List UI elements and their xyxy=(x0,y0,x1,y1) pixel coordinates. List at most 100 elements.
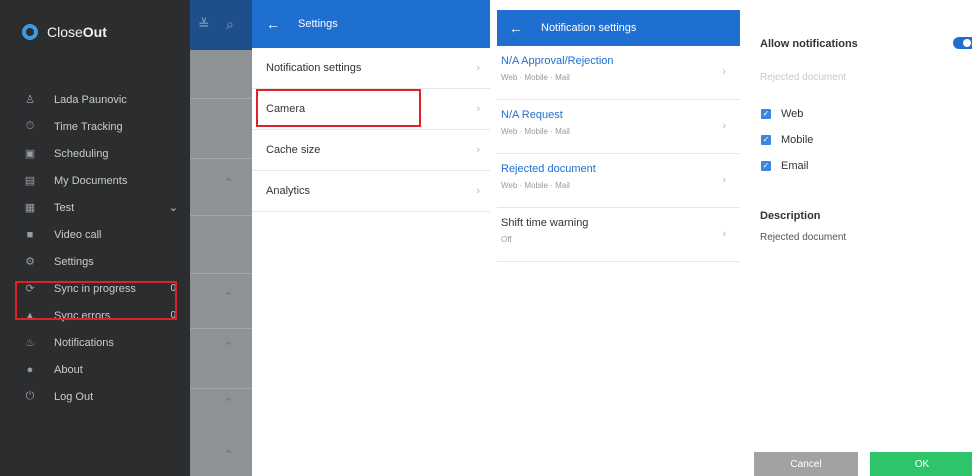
settings-row-label: Cache size xyxy=(266,144,321,156)
behind-list: ⌃ ⌃ ⌃ ⌃ ⌃ xyxy=(190,50,252,476)
drawer-item-label: Scheduling xyxy=(54,147,109,160)
drawer-panel: ≚ ⌕ ⌃ ⌃ ⌃ ⌃ ⌃ CloseOut ♙ Lada Paunovic ⏱… xyxy=(0,0,252,476)
drawer-item-my-documents[interactable]: ▤ My Documents xyxy=(0,167,190,194)
form-icon: ▦ xyxy=(24,202,36,214)
checkbox-mobile[interactable]: ✓ Mobile xyxy=(761,134,813,146)
notification-row-channels: Web · Mobile · Mail xyxy=(501,181,570,190)
back-arrow-icon[interactable]: ← xyxy=(509,20,523,36)
checkmark-icon: ✓ xyxy=(761,135,771,145)
screenshot-root: ≚ ⌕ ⌃ ⌃ ⌃ ⌃ ⌃ CloseOut ♙ Lada Paunovic ⏱… xyxy=(0,0,972,476)
allow-notifications-label: Allow notifications xyxy=(760,38,858,50)
page-title: Notification settings xyxy=(541,22,637,34)
notification-settings-panel: ← Notification settings N/A Approval/Rej… xyxy=(497,10,740,476)
chevron-right-icon: › xyxy=(476,103,480,115)
user-icon: ♙ xyxy=(25,94,35,106)
documents-icon: ▤ xyxy=(24,175,36,187)
ok-button[interactable]: OK xyxy=(870,452,972,476)
back-arrow-icon[interactable]: ← xyxy=(266,16,280,32)
notification-detail-panel: Allow notifications Rejected document ✓ … xyxy=(752,0,972,476)
behind-app-bar: ≚ ⌕ xyxy=(190,0,252,50)
drawer-item-test[interactable]: ▦ Test ⌄ xyxy=(0,194,190,221)
notification-settings-app-bar: ← Notification settings xyxy=(497,10,740,46)
drawer-item-label: Test xyxy=(54,201,75,214)
allow-notifications-toggle[interactable] xyxy=(953,37,972,49)
checkbox-email[interactable]: ✓ Email xyxy=(761,160,809,172)
notification-row-channels: Web · Mobile · Mail xyxy=(501,127,570,136)
description-value: Rejected document xyxy=(760,232,847,243)
notification-row-channels: Web · Mobile · Mail xyxy=(501,73,570,82)
bell-icon: ♨ xyxy=(25,337,35,349)
chevron-right-icon: › xyxy=(476,144,480,156)
checkbox-label: Mobile xyxy=(781,134,814,146)
chevron-right-icon: › xyxy=(722,228,726,240)
chevron-right-icon: › xyxy=(476,62,480,74)
drawer-item-label: Lada Paunovic xyxy=(54,93,127,106)
checkmark-icon: ✓ xyxy=(761,161,771,171)
drawer-item-scheduling[interactable]: ▣ Scheduling xyxy=(0,140,190,167)
settings-panel: ← Settings Notification settings › Camer… xyxy=(252,0,490,476)
notification-row-request[interactable]: N/A Request Web · Mobile · Mail › xyxy=(497,100,740,154)
highlight-box-sync xyxy=(15,281,177,320)
brand: CloseOut xyxy=(22,24,107,40)
chevron-icon: ⌃ xyxy=(224,177,234,189)
settings-row-notification-settings[interactable]: Notification settings › xyxy=(252,48,490,89)
checkbox-label: Email xyxy=(781,160,809,172)
power-icon: ⏻ xyxy=(25,390,35,402)
calendar-icon: ▣ xyxy=(24,148,36,160)
notification-row-title: Rejected document xyxy=(501,163,596,175)
settings-row-cache-size[interactable]: Cache size › xyxy=(252,130,490,171)
search-icon: ⌕ xyxy=(226,16,234,32)
chevron-icon: ⌃ xyxy=(224,291,234,303)
navigation-drawer: CloseOut ♙ Lada Paunovic ⏱ Time Tracking… xyxy=(0,0,190,476)
chevron-right-icon: › xyxy=(722,120,726,132)
drawer-item-settings[interactable]: ⚙ Settings xyxy=(0,248,190,275)
drawer-item-label: My Documents xyxy=(54,174,128,187)
chevron-right-icon: › xyxy=(722,174,726,186)
drawer-item-label: Video call xyxy=(54,228,102,241)
notification-row-shift-time-warning[interactable]: Shift time warning Off › xyxy=(497,208,740,262)
info-icon: ● xyxy=(26,363,34,376)
drawer-item-label: Notifications xyxy=(54,336,114,349)
drawer-item-label: Time Tracking xyxy=(54,120,123,133)
chevron-icon: ⌃ xyxy=(224,341,234,353)
settings-row-label: Analytics xyxy=(266,185,311,197)
notification-row-title: Shift time warning xyxy=(501,217,589,229)
brand-name: CloseOut xyxy=(47,24,107,40)
drawer-item-label: Settings xyxy=(54,255,94,268)
drawer-item-log-out[interactable]: ⏻ Log Out xyxy=(0,383,190,410)
highlight-box-camera xyxy=(256,89,421,127)
drawer-menu: ♙ Lada Paunovic ⏱ Time Tracking ▣ Schedu… xyxy=(0,86,190,410)
filter-icon: ≚ xyxy=(198,16,210,32)
drawer-item-label: About xyxy=(54,363,83,376)
notification-row-title: N/A Request xyxy=(501,109,563,121)
notification-row-rejected-document[interactable]: Rejected document Web · Mobile · Mail › xyxy=(497,154,740,208)
closeout-logo-icon xyxy=(22,24,38,40)
settings-row-analytics[interactable]: Analytics › xyxy=(252,171,490,212)
cancel-button[interactable]: Cancel xyxy=(754,452,858,476)
settings-app-bar: ← Settings xyxy=(252,0,490,48)
checkbox-label: Web xyxy=(781,108,804,120)
checkbox-web[interactable]: ✓ Web xyxy=(761,108,803,120)
chevron-icon: ⌃ xyxy=(224,397,234,409)
gear-icon: ⚙ xyxy=(25,256,35,268)
drawer-item-label: Log Out xyxy=(54,390,94,403)
video-icon: ■ xyxy=(26,228,34,241)
chevron-right-icon: › xyxy=(722,66,726,78)
chevron-right-icon: › xyxy=(476,185,480,197)
notification-row-title: N/A Approval/Rejection xyxy=(501,55,614,67)
stopwatch-icon: ⏱ xyxy=(25,120,35,132)
chevron-down-icon: ⌄ xyxy=(168,202,178,214)
drawer-item-time-tracking[interactable]: ⏱ Time Tracking xyxy=(0,113,190,140)
notification-row-status: Off xyxy=(501,235,512,244)
drawer-item-notifications[interactable]: ♨ Notifications xyxy=(0,329,190,356)
drawer-item-profile[interactable]: ♙ Lada Paunovic xyxy=(0,86,190,113)
notification-name-faded: Rejected document xyxy=(760,72,847,83)
drawer-item-video-call[interactable]: ■ Video call xyxy=(0,221,190,248)
description-heading: Description xyxy=(760,210,821,222)
drawer-item-about[interactable]: ● About xyxy=(0,356,190,383)
chevron-icon: ⌃ xyxy=(224,449,234,461)
checkmark-icon: ✓ xyxy=(761,109,771,119)
page-title: Settings xyxy=(298,18,338,30)
settings-row-label: Notification settings xyxy=(266,62,362,74)
notification-row-approval-rejection[interactable]: N/A Approval/Rejection Web · Mobile · Ma… xyxy=(497,46,740,100)
